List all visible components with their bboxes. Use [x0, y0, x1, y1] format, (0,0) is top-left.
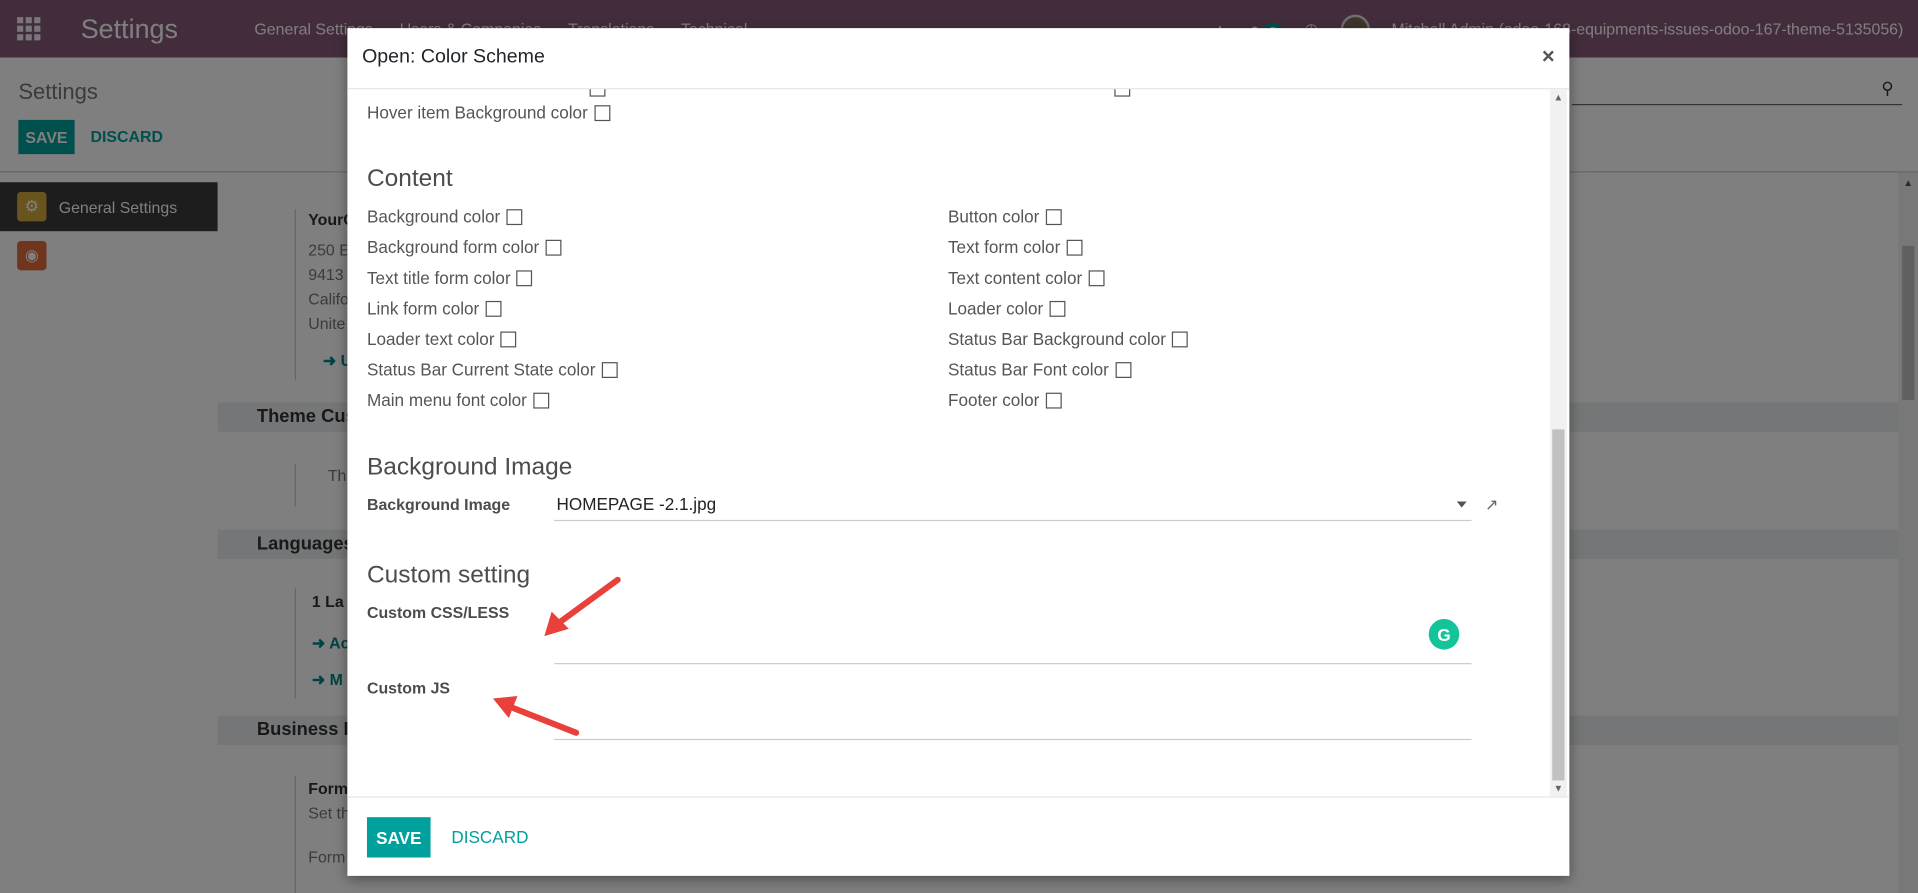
scroll-down-icon[interactable]: ▼: [1553, 783, 1563, 794]
checkbox[interactable]: [485, 300, 502, 317]
background-image-value: HOMEPAGE -2.1.jpg: [556, 494, 717, 514]
annotation-arrow: [544, 576, 621, 637]
checkbox[interactable]: [1045, 392, 1062, 408]
app-root: Settings General Settings Users & Compan…: [0, 0, 1918, 893]
chevron-down-icon[interactable]: [1456, 501, 1467, 508]
field-label: Footer color: [947, 390, 1040, 410]
custom-css-field[interactable]: [554, 601, 1472, 665]
modal-save-button[interactable]: SAVE: [366, 817, 431, 858]
field-text-title-form-color: Text title form color: [366, 267, 533, 288]
field-label: Text content color: [947, 267, 1083, 288]
scroll-up-icon[interactable]: ▲: [1553, 92, 1563, 103]
field-status-bar-current-state-color: Status Bar Current State color: [366, 359, 618, 380]
field-label: Status Bar Current State color: [366, 359, 596, 380]
checkbox[interactable]: [506, 208, 523, 225]
checkbox[interactable]: [1049, 300, 1066, 317]
field-label: Status Bar Background color: [947, 329, 1166, 349]
field-footer-color: Footer color: [947, 390, 1062, 410]
field-label: Status Bar Font color: [947, 359, 1109, 380]
checkbox[interactable]: [1172, 330, 1189, 347]
field-loader-text-color: Loader text color: [367, 329, 517, 349]
modal-title: Open: Color Scheme: [362, 46, 545, 68]
checkbox[interactable]: [500, 330, 517, 347]
checkbox[interactable]: [545, 239, 562, 256]
external-link-icon[interactable]: ↗: [1485, 495, 1498, 515]
field-label: Link form color: [366, 298, 480, 319]
background-image-label: Background Image: [366, 495, 511, 514]
field-label: Background form color: [366, 237, 540, 257]
close-icon[interactable]: ×: [1542, 44, 1555, 70]
field-label: Button color: [947, 206, 1040, 227]
checkbox[interactable]: [1045, 208, 1062, 225]
checkbox[interactable]: [589, 89, 606, 97]
custom-setting-section-title: Custom setting: [366, 561, 531, 589]
field-text-content-color: Text content color: [947, 267, 1105, 288]
field-label: Loader text color: [366, 329, 495, 349]
custom-js-field[interactable]: [554, 676, 1472, 741]
field-label: Text title form color: [366, 267, 511, 288]
field-button-color: Button color: [947, 206, 1062, 227]
field-hover-bg: Hover item Background color: [366, 102, 610, 123]
checkbox[interactable]: [516, 269, 533, 286]
scroll-thumb[interactable]: [1552, 429, 1565, 781]
field-main-menu-font-color: Main menu font color: [367, 390, 549, 410]
checkbox[interactable]: [1066, 239, 1083, 256]
checkbox[interactable]: [1114, 89, 1131, 97]
background-image-section-title: Background Image: [366, 453, 573, 481]
field-status-bar-background-color: Status Bar Background color: [947, 329, 1189, 349]
checkbox[interactable]: [601, 361, 618, 378]
field-background-form-color: Background form color: [366, 237, 562, 257]
field-label: Background color: [366, 206, 501, 227]
content-section-title: Content: [366, 165, 453, 193]
annotation-arrow: [492, 696, 580, 736]
modal-footer: SAVE DISCARD: [347, 796, 1570, 876]
modal-header: Open: Color Scheme ×: [347, 28, 1570, 90]
field-background-color: Background color: [366, 206, 523, 227]
background-image-select[interactable]: HOMEPAGE -2.1.jpg: [554, 492, 1472, 522]
grammarly-icon[interactable]: G: [1428, 618, 1460, 650]
custom-js-label: Custom JS: [366, 678, 451, 698]
field-status-bar-font-color: Status Bar Font color: [947, 359, 1131, 380]
hover-bg-checkbox[interactable]: [593, 104, 610, 121]
field-label: Loader color: [947, 298, 1044, 319]
checkbox[interactable]: [1088, 269, 1105, 286]
modal-discard-button[interactable]: DISCARD: [451, 827, 528, 847]
field-link-form-color: Link form color: [366, 298, 502, 319]
field-text-form-color: Text form color: [947, 237, 1083, 257]
field-label: Hover item Background color: [366, 102, 588, 123]
checkbox[interactable]: [532, 392, 549, 408]
field-label: Text form color: [947, 237, 1061, 257]
checkbox[interactable]: [1114, 361, 1131, 378]
custom-css-label: Custom CSS/LESS: [366, 603, 510, 622]
color-scheme-dialog: Open: Color Scheme × Hover item Backgrou…: [347, 28, 1570, 876]
modal-scrollbar[interactable]: ▲ ▼: [1549, 89, 1567, 797]
field-label: Main menu font color: [366, 390, 527, 410]
modal-body: Hover item Background color Content Back…: [347, 89, 1569, 796]
field-loader-color: Loader color: [947, 298, 1066, 319]
